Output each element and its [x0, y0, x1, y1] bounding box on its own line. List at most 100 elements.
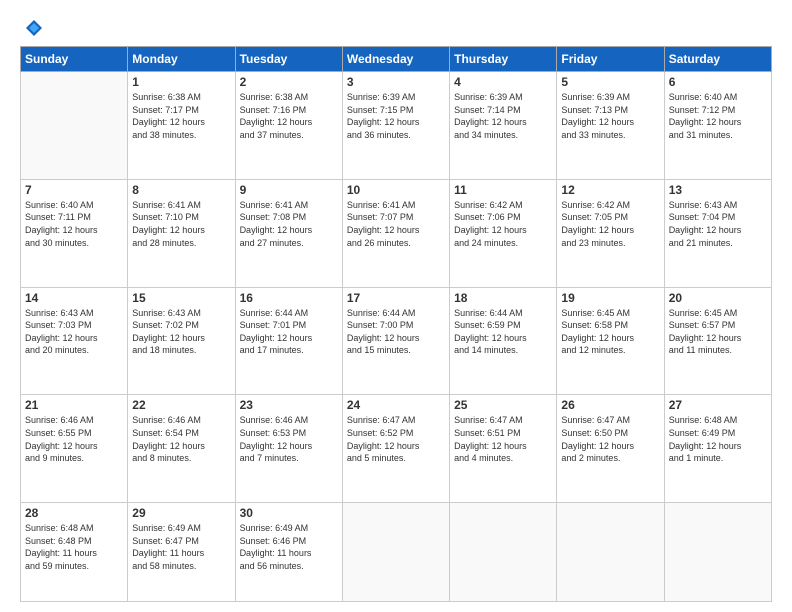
day-info: Sunrise: 6:44 AM Sunset: 7:00 PM Dayligh…: [347, 307, 445, 357]
day-number: 1: [132, 75, 230, 89]
day-info: Sunrise: 6:46 AM Sunset: 6:54 PM Dayligh…: [132, 414, 230, 464]
day-number: 27: [669, 398, 767, 412]
day-info: Sunrise: 6:49 AM Sunset: 6:47 PM Dayligh…: [132, 522, 230, 572]
calendar-cell: 10 Sunrise: 6:41 AM Sunset: 7:07 PM Dayli…: [342, 179, 449, 287]
day-number: 25: [454, 398, 552, 412]
day-number: 14: [25, 291, 123, 305]
day-info: Sunrise: 6:49 AM Sunset: 6:46 PM Dayligh…: [240, 522, 338, 572]
day-header-wednesday: Wednesday: [342, 47, 449, 72]
day-info: Sunrise: 6:46 AM Sunset: 6:53 PM Dayligh…: [240, 414, 338, 464]
day-header-saturday: Saturday: [664, 47, 771, 72]
day-header-tuesday: Tuesday: [235, 47, 342, 72]
calendar-cell: 6 Sunrise: 6:40 AM Sunset: 7:12 PM Daylig…: [664, 72, 771, 180]
calendar-table: SundayMondayTuesdayWednesdayThursdayFrid…: [20, 46, 772, 602]
day-info: Sunrise: 6:42 AM Sunset: 7:06 PM Dayligh…: [454, 199, 552, 249]
day-number: 19: [561, 291, 659, 305]
day-info: Sunrise: 6:43 AM Sunset: 7:03 PM Dayligh…: [25, 307, 123, 357]
calendar-cell: [664, 503, 771, 602]
day-info: Sunrise: 6:41 AM Sunset: 7:08 PM Dayligh…: [240, 199, 338, 249]
day-header-friday: Friday: [557, 47, 664, 72]
calendar-cell: 2Sunrise: 6:38 AM Sunset: 7:16 PM Daylig…: [235, 72, 342, 180]
day-number: 5: [561, 75, 659, 89]
day-number: 9: [240, 183, 338, 197]
day-number: 22: [132, 398, 230, 412]
calendar-cell: 20 Sunrise: 6:45 AM Sunset: 6:57 PM Dayli…: [664, 287, 771, 395]
calendar-cell: 8 Sunrise: 6:41 AM Sunset: 7:10 PM Daylig…: [128, 179, 235, 287]
day-number: 13: [669, 183, 767, 197]
calendar-cell: 30Sunrise: 6:49 AM Sunset: 6:46 PM Dayli…: [235, 503, 342, 602]
day-number: 18: [454, 291, 552, 305]
logo-icon: [24, 18, 44, 38]
logo: [20, 18, 44, 38]
calendar-cell: 13 Sunrise: 6:43 AM Sunset: 7:04 PM Dayli…: [664, 179, 771, 287]
calendar-cell: 1 Sunrise: 6:38 AM Sunset: 7:17 PM Daylig…: [128, 72, 235, 180]
calendar-cell: 15 Sunrise: 6:43 AM Sunset: 7:02 PM Dayli…: [128, 287, 235, 395]
calendar-cell: 4Sunrise: 6:39 AM Sunset: 7:14 PM Daylig…: [450, 72, 557, 180]
day-info: Sunrise: 6:48 AM Sunset: 6:49 PM Dayligh…: [669, 414, 767, 464]
calendar-cell: [450, 503, 557, 602]
calendar-cell: 25 Sunrise: 6:47 AM Sunset: 6:51 PM Dayli…: [450, 395, 557, 503]
day-info: Sunrise: 6:40 AM Sunset: 7:11 PM Dayligh…: [25, 199, 123, 249]
day-info: Sunrise: 6:42 AM Sunset: 7:05 PM Dayligh…: [561, 199, 659, 249]
day-number: 28: [25, 506, 123, 520]
calendar-cell: 16 Sunrise: 6:44 AM Sunset: 7:01 PM Dayli…: [235, 287, 342, 395]
day-info: Sunrise: 6:46 AM Sunset: 6:55 PM Dayligh…: [25, 414, 123, 464]
calendar-cell: 12 Sunrise: 6:42 AM Sunset: 7:05 PM Dayli…: [557, 179, 664, 287]
day-number: 6: [669, 75, 767, 89]
day-number: 23: [240, 398, 338, 412]
week-row-4: 21 Sunrise: 6:46 AM Sunset: 6:55 PM Dayli…: [21, 395, 772, 503]
day-info: Sunrise: 6:39 AM Sunset: 7:13 PM Dayligh…: [561, 91, 659, 141]
day-info: Sunrise: 6:43 AM Sunset: 7:04 PM Dayligh…: [669, 199, 767, 249]
day-number: 3: [347, 75, 445, 89]
day-number: 2: [240, 75, 338, 89]
calendar-cell: 21 Sunrise: 6:46 AM Sunset: 6:55 PM Dayli…: [21, 395, 128, 503]
day-number: 21: [25, 398, 123, 412]
calendar-cell: 5 Sunrise: 6:39 AM Sunset: 7:13 PM Daylig…: [557, 72, 664, 180]
day-number: 10: [347, 183, 445, 197]
day-info: Sunrise: 6:41 AM Sunset: 7:07 PM Dayligh…: [347, 199, 445, 249]
calendar-cell: 11 Sunrise: 6:42 AM Sunset: 7:06 PM Dayli…: [450, 179, 557, 287]
day-number: 16: [240, 291, 338, 305]
calendar-cell: 7Sunrise: 6:40 AM Sunset: 7:11 PM Daylig…: [21, 179, 128, 287]
day-number: 26: [561, 398, 659, 412]
calendar-cell: [21, 72, 128, 180]
calendar-cell: 18 Sunrise: 6:44 AM Sunset: 6:59 PM Dayli…: [450, 287, 557, 395]
day-info: Sunrise: 6:38 AM Sunset: 7:17 PM Dayligh…: [132, 91, 230, 141]
day-info: Sunrise: 6:45 AM Sunset: 6:57 PM Dayligh…: [669, 307, 767, 357]
day-header-thursday: Thursday: [450, 47, 557, 72]
day-info: Sunrise: 6:39 AM Sunset: 7:14 PM Dayligh…: [454, 91, 552, 141]
calendar-cell: 26 Sunrise: 6:47 AM Sunset: 6:50 PM Dayli…: [557, 395, 664, 503]
calendar-cell: 23 Sunrise: 6:46 AM Sunset: 6:53 PM Dayli…: [235, 395, 342, 503]
calendar-cell: 27 Sunrise: 6:48 AM Sunset: 6:49 PM Dayli…: [664, 395, 771, 503]
day-info: Sunrise: 6:44 AM Sunset: 6:59 PM Dayligh…: [454, 307, 552, 357]
header: [20, 18, 772, 38]
day-number: 29: [132, 506, 230, 520]
calendar-cell: 24Sunrise: 6:47 AM Sunset: 6:52 PM Dayli…: [342, 395, 449, 503]
day-info: Sunrise: 6:48 AM Sunset: 6:48 PM Dayligh…: [25, 522, 123, 572]
day-info: Sunrise: 6:41 AM Sunset: 7:10 PM Dayligh…: [132, 199, 230, 249]
calendar-cell: 9 Sunrise: 6:41 AM Sunset: 7:08 PM Daylig…: [235, 179, 342, 287]
day-info: Sunrise: 6:44 AM Sunset: 7:01 PM Dayligh…: [240, 307, 338, 357]
day-number: 8: [132, 183, 230, 197]
day-number: 11: [454, 183, 552, 197]
week-row-3: 14 Sunrise: 6:43 AM Sunset: 7:03 PM Dayli…: [21, 287, 772, 395]
calendar-cell: 29 Sunrise: 6:49 AM Sunset: 6:47 PM Dayli…: [128, 503, 235, 602]
week-row-1: 1 Sunrise: 6:38 AM Sunset: 7:17 PM Daylig…: [21, 72, 772, 180]
day-info: Sunrise: 6:47 AM Sunset: 6:50 PM Dayligh…: [561, 414, 659, 464]
day-number: 20: [669, 291, 767, 305]
calendar-cell: 14 Sunrise: 6:43 AM Sunset: 7:03 PM Dayli…: [21, 287, 128, 395]
day-number: 12: [561, 183, 659, 197]
day-info: Sunrise: 6:39 AM Sunset: 7:15 PM Dayligh…: [347, 91, 445, 141]
calendar-cell: 28 Sunrise: 6:48 AM Sunset: 6:48 PM Dayli…: [21, 503, 128, 602]
day-info: Sunrise: 6:40 AM Sunset: 7:12 PM Dayligh…: [669, 91, 767, 141]
day-number: 15: [132, 291, 230, 305]
days-header-row: SundayMondayTuesdayWednesdayThursdayFrid…: [21, 47, 772, 72]
calendar-cell: 19Sunrise: 6:45 AM Sunset: 6:58 PM Dayli…: [557, 287, 664, 395]
day-info: Sunrise: 6:47 AM Sunset: 6:51 PM Dayligh…: [454, 414, 552, 464]
week-row-2: 7Sunrise: 6:40 AM Sunset: 7:11 PM Daylig…: [21, 179, 772, 287]
calendar-cell: 3 Sunrise: 6:39 AM Sunset: 7:15 PM Daylig…: [342, 72, 449, 180]
calendar-cell: 22 Sunrise: 6:46 AM Sunset: 6:54 PM Dayli…: [128, 395, 235, 503]
week-row-5: 28 Sunrise: 6:48 AM Sunset: 6:48 PM Dayli…: [21, 503, 772, 602]
calendar-cell: [557, 503, 664, 602]
day-info: Sunrise: 6:43 AM Sunset: 7:02 PM Dayligh…: [132, 307, 230, 357]
